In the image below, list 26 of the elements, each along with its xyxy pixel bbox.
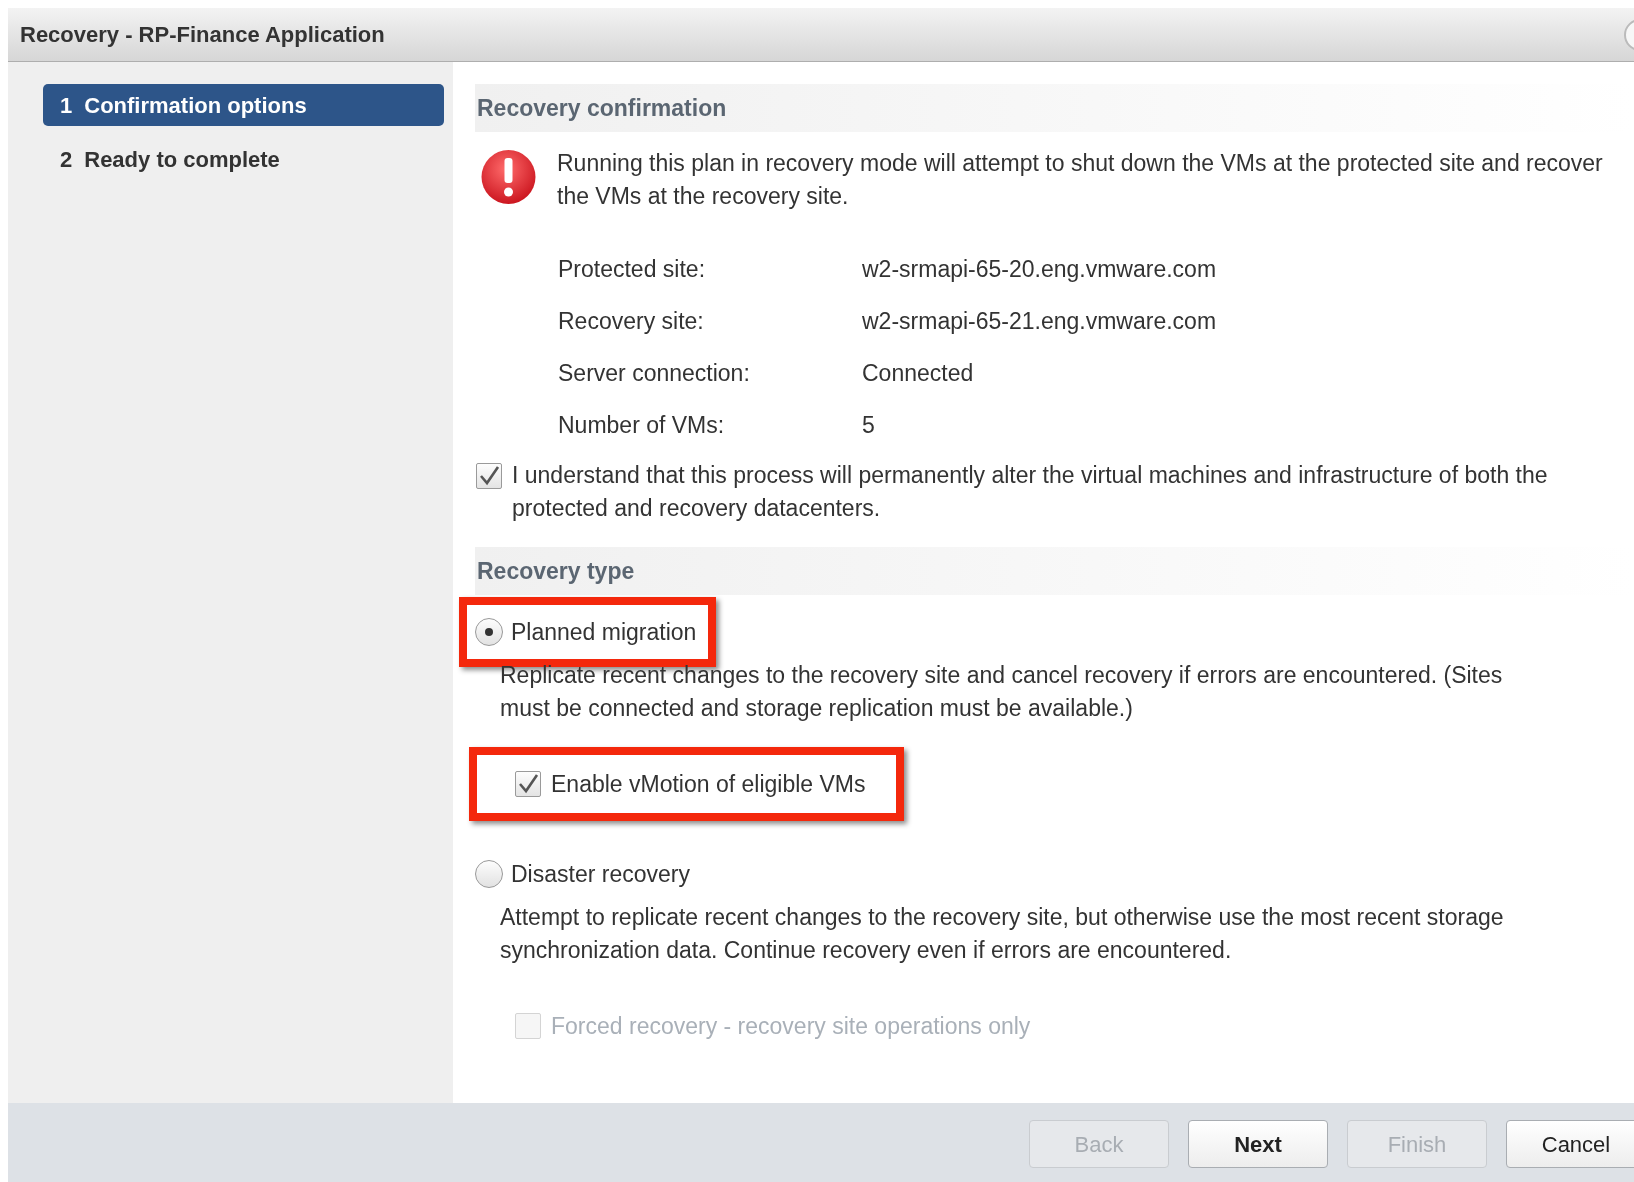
section-title: Recovery type: [477, 556, 635, 586]
property-value: 5: [862, 410, 875, 440]
checkbox-label: I understand that this process will permanently alter the virtual machines and infrastructure of both the protected and recovery datacenters.: [512, 461, 1549, 523]
property-label: Server connection:: [558, 358, 751, 388]
checkbox[interactable]: [515, 771, 541, 797]
radio-label[interactable]: Planned migration: [511, 615, 697, 649]
checkbox[interactable]: [476, 463, 502, 489]
radio-button[interactable]: [475, 618, 503, 646]
property-label: Number of VMs:: [558, 410, 726, 440]
wizard-step[interactable]: 2 Ready to complete: [43, 138, 444, 180]
property-value: w2-srmapi-65-21.eng.vmware.com: [862, 306, 1217, 336]
property-label: Recovery site:: [558, 306, 705, 336]
property-value: w2-srmapi-65-20.eng.vmware.com: [862, 254, 1217, 284]
dialog-button[interactable]: Next: [1188, 1120, 1328, 1168]
section-title: Recovery confirmation: [477, 93, 727, 123]
radio-label[interactable]: Disaster recovery: [511, 857, 690, 891]
option-description: Replicate recent changes to the recovery site and cancel recovery if errors are encountered. (Sites must be connected and storage replication must be available.): [499, 661, 1504, 723]
dialog-button[interactable]: Cancel: [1506, 1120, 1634, 1168]
window-title: Recovery - RP-Finance Application: [20, 21, 385, 49]
wizard-step[interactable]: 1 Confirmation options: [43, 84, 444, 126]
warning-message: Running this plan in recovery mode will attempt to shut down the VMs at the protected site and recover the VMs at the recovery site.: [557, 149, 1604, 211]
option-description: Attempt to replicate recent changes to the recovery site, but otherwise use the most recent storage synchronization data. Continue recovery even if errors are encountered.: [499, 903, 1505, 965]
checkbox-label[interactable]: Enable vMotion of eligible VMs: [551, 767, 866, 801]
radio-button[interactable]: [475, 860, 503, 888]
property-label: Protected site:: [558, 254, 707, 284]
property-value: Connected: [862, 358, 974, 388]
